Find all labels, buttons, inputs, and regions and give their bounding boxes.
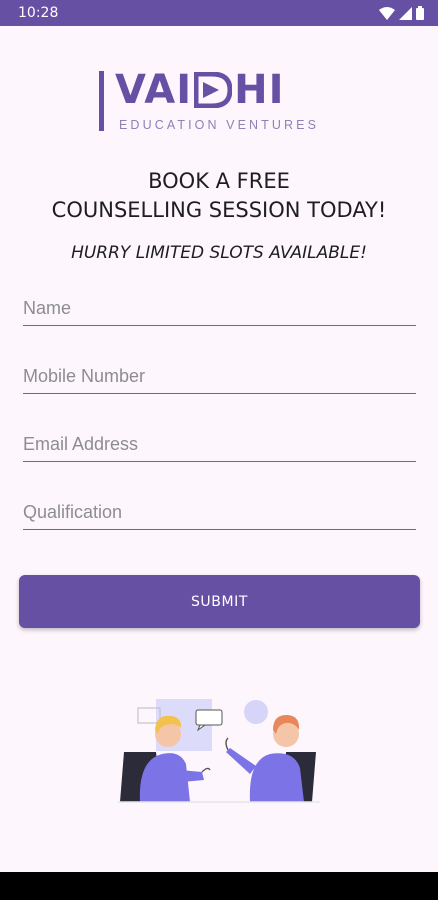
- logo-word-right: HI: [234, 67, 285, 113]
- mobile-number-input[interactable]: [23, 360, 416, 393]
- logo-word-left: VAI: [115, 67, 193, 113]
- navigation-bar: [0, 872, 438, 900]
- page-title-line2: COUNSELLING SESSION TODAY!: [51, 198, 387, 222]
- page-title: BOOK A FREE COUNSELLING SESSION TODAY!: [0, 167, 438, 225]
- logo-wordmark: VAI HI: [115, 67, 285, 113]
- logo-d-arrow-icon: [194, 72, 233, 108]
- name-field: [23, 292, 416, 326]
- logo-tagline: EDUCATION VENTURES: [119, 118, 320, 132]
- status-icons: [379, 6, 424, 20]
- signal-icon: [399, 6, 412, 20]
- logo-bar: [99, 71, 104, 131]
- email-address-input[interactable]: [23, 428, 416, 461]
- wifi-icon: [379, 6, 395, 20]
- name-input[interactable]: [23, 292, 416, 325]
- status-time: 10:28: [18, 5, 59, 21]
- page-title-line1: BOOK A FREE: [148, 169, 290, 193]
- qualification-field: [23, 496, 416, 530]
- status-bar: 10:28: [0, 0, 438, 26]
- qualification-input[interactable]: [23, 496, 416, 529]
- mobile-number-field: [23, 360, 416, 394]
- brand-logo: VAI HI EDUCATION VENTURES: [95, 67, 345, 136]
- battery-icon: [416, 6, 424, 20]
- two-people-talking-illustration: [118, 699, 320, 803]
- page-subtitle: HURRY LIMITED SLOTS AVAILABLE!: [71, 243, 367, 263]
- email-address-field: [23, 428, 416, 462]
- submit-button[interactable]: SUBMIT: [19, 575, 420, 628]
